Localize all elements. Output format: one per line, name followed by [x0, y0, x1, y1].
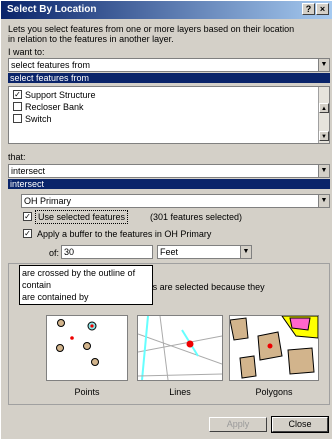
target-layer-dropdown[interactable]: OH Primary ▼ — [21, 194, 330, 208]
option-are-contained-by[interactable]: are contained by — [22, 292, 89, 302]
checkbox[interactable] — [13, 102, 22, 111]
spatial-relationship-highlighted-option[interactable]: intersect — [8, 179, 330, 189]
window-title: Select By Location — [7, 4, 97, 15]
description: Lets you select features from one or mor… — [8, 24, 328, 44]
selected-count: (301 features selected) — [150, 212, 243, 222]
buffer-of-label: of: — [49, 248, 60, 258]
buffer-distance-input[interactable]: 30 — [61, 245, 153, 259]
chevron-down-icon[interactable]: ▼ — [240, 246, 251, 258]
checkbox[interactable] — [13, 114, 22, 123]
chevron-down-icon[interactable]: ▼ — [318, 59, 329, 71]
layer-label: Recloser Bank — [25, 102, 84, 112]
that-label: that: — [8, 152, 26, 162]
scroll-down-icon[interactable]: ▼ — [319, 131, 329, 141]
lines-illustration — [137, 315, 223, 381]
select-by-location-dialog: Select By Location ? × Lets you select f… — [0, 0, 333, 440]
apply-buffer-label: Apply a buffer to the features in OH Pri… — [37, 229, 212, 239]
close-window-button[interactable]: × — [316, 3, 329, 15]
close-button[interactable]: Close — [271, 416, 329, 433]
points-label: Points — [74, 387, 100, 397]
polygons-label: Polygons — [255, 387, 293, 397]
option-are-crossed-by[interactable]: are crossed by the outline of — [22, 268, 135, 278]
help-button[interactable]: ? — [302, 3, 315, 15]
apply-buffer-checkbox[interactable]: ✓ — [23, 229, 32, 238]
layer-label: Support Structure — [25, 90, 96, 100]
layer-label: Switch — [25, 114, 52, 124]
selection-method-value: select features from — [11, 60, 91, 70]
spatial-relationship-dropdown[interactable]: intersect ▼ — [8, 164, 330, 178]
target-layer-value: OH Primary — [24, 196, 71, 206]
polygons-preview — [229, 315, 319, 381]
selection-method-highlighted-option[interactable]: select features from — [8, 73, 330, 83]
scroll-up-icon[interactable]: ▲ — [319, 103, 329, 113]
use-selected-label[interactable]: Use selected features — [35, 210, 129, 224]
option-contain[interactable]: contain — [22, 280, 51, 290]
description-line-1: Lets you select features from one or mor… — [8, 24, 295, 34]
lines-preview — [137, 315, 223, 381]
checkbox[interactable]: ✓ — [13, 90, 22, 99]
use-selected-checkbox[interactable]: ✓ — [23, 212, 32, 221]
title-bar: Select By Location ? × — [1, 1, 332, 19]
chevron-down-icon[interactable]: ▼ — [318, 195, 329, 207]
buffer-unit-dropdown[interactable]: Feet ▼ — [157, 245, 252, 259]
description-line-2: in relation to the features in another l… — [8, 34, 174, 44]
relationship-options-popup[interactable]: are crossed by the outline of contain ar… — [19, 265, 153, 305]
chevron-down-icon[interactable]: ▼ — [318, 165, 329, 177]
want-to-label: I want to: — [8, 47, 45, 57]
apply-button[interactable]: Apply — [209, 417, 267, 432]
lines-label: Lines — [169, 387, 191, 397]
layers-list[interactable]: ✓ Support Structure Recloser Bank Switch… — [8, 86, 330, 144]
polygons-illustration — [229, 315, 319, 379]
points-preview — [46, 315, 128, 381]
points-illustration — [56, 319, 99, 366]
layers-scrollbar[interactable]: ▲ ▼ — [318, 87, 329, 143]
spatial-relationship-value: intersect — [11, 166, 46, 176]
selection-method-dropdown[interactable]: select features from ▼ — [8, 58, 330, 72]
buffer-unit-value: Feet — [160, 247, 179, 257]
